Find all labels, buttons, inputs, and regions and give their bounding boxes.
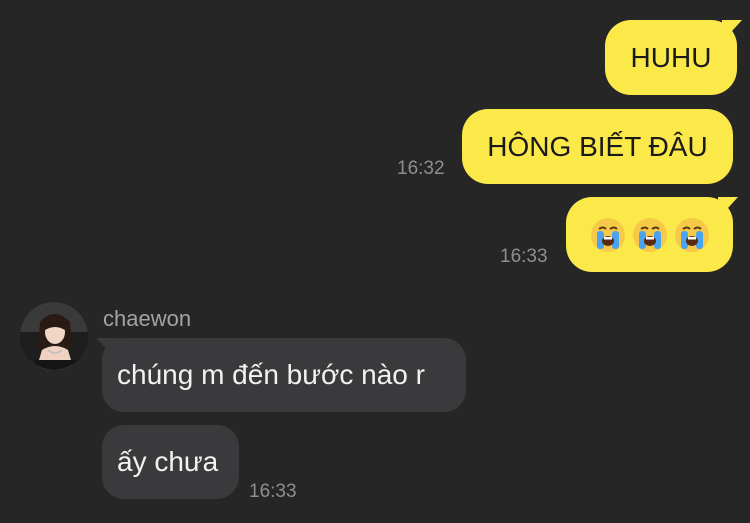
- sender-name: chaewon: [103, 306, 192, 331]
- outgoing-message[interactable]: HÔNG BIẾT ĐÂU: [462, 109, 733, 184]
- incoming-message[interactable]: ấy chưa: [102, 425, 239, 499]
- emoji-row: [590, 217, 710, 253]
- chat-view: HUHU HÔNG BIẾT ĐÂU 16:32 16:33 chaewon c…: [0, 0, 750, 523]
- crying-face-icon: [674, 217, 709, 252]
- profile-photo-icon: [20, 302, 88, 370]
- message-timestamp: 16:33: [249, 481, 297, 502]
- avatar[interactable]: [20, 302, 88, 370]
- message-text: ấy chưa: [117, 446, 219, 477]
- outgoing-message[interactable]: [566, 197, 733, 272]
- message-timestamp: 16:33: [500, 246, 548, 267]
- message-text: HUHU: [630, 41, 712, 73]
- crying-face-icon: [590, 217, 625, 252]
- outgoing-message[interactable]: HUHU: [605, 20, 737, 95]
- message-timestamp: 16:32: [397, 158, 445, 179]
- message-text: chúng m đến bước nào r: [117, 359, 425, 390]
- incoming-message[interactable]: chúng m đến bước nào r: [102, 338, 466, 412]
- message-text: HÔNG BIẾT ĐÂU: [487, 130, 708, 162]
- crying-face-icon: [632, 217, 667, 252]
